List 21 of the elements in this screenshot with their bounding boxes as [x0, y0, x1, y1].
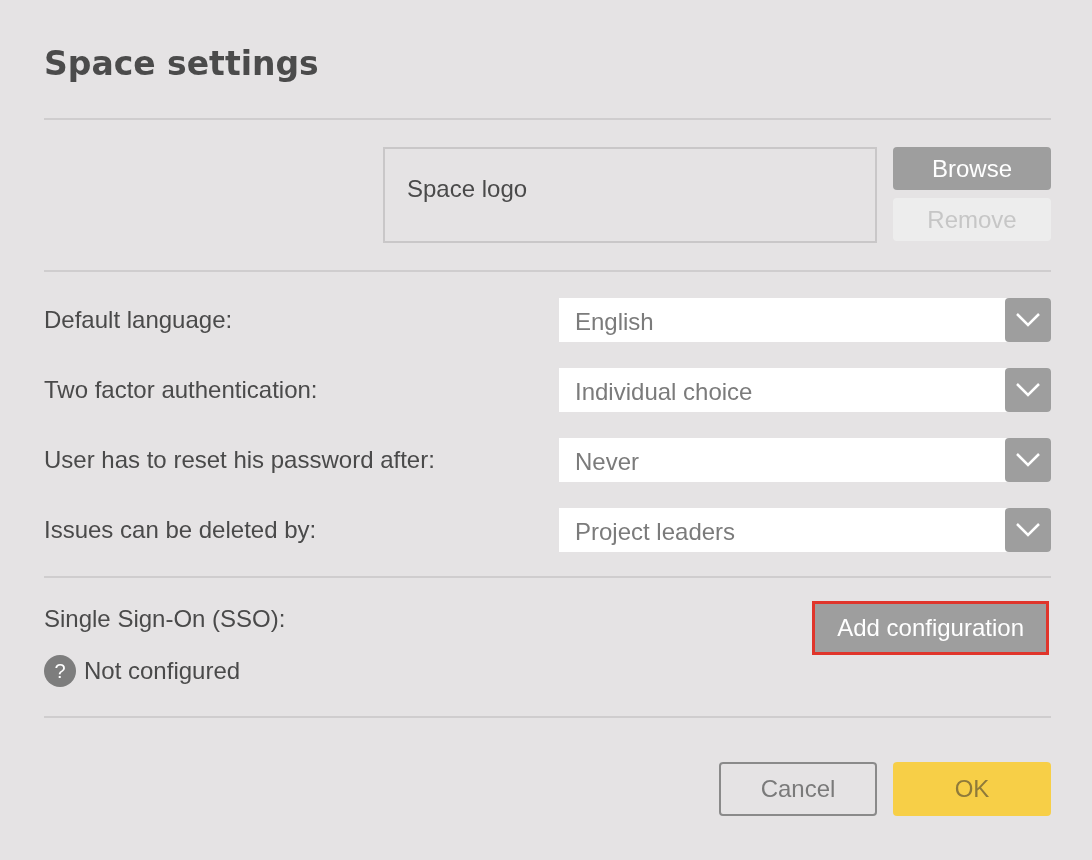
- status-text: Not configured: [84, 656, 241, 686]
- ok-button[interactable]: OK: [893, 762, 1051, 816]
- dropdown[interactable]: Project leaders: [559, 508, 1051, 552]
- chevron-down-icon: [1016, 523, 1040, 537]
- cancel-button[interactable]: Cancel: [719, 762, 877, 816]
- chevron-down-icon: [1016, 453, 1040, 467]
- setting-label: Two factor authentication:: [44, 375, 318, 405]
- browse-button[interactable]: Browse: [893, 147, 1051, 190]
- setting-label: Default language:: [44, 305, 233, 335]
- dropdown[interactable]: Never: [559, 438, 1051, 482]
- dropdown[interactable]: Individual choice: [559, 368, 1051, 412]
- add-configuration-button[interactable]: Add configuration: [812, 601, 1049, 655]
- dialog-title: Space settings: [44, 43, 320, 85]
- setting-label: User has to reset his password after:: [44, 445, 435, 475]
- logo-drop-area[interactable]: Space logo: [383, 147, 877, 243]
- setting-label: Issues can be deleted by:: [44, 515, 317, 545]
- sso-label: Single Sign-On (SSO):: [44, 604, 286, 634]
- chevron-down-icon: [1016, 383, 1040, 397]
- chevron-down-icon: [1016, 313, 1040, 327]
- help-icon: ?: [44, 655, 76, 687]
- dropdown[interactable]: English: [559, 298, 1051, 342]
